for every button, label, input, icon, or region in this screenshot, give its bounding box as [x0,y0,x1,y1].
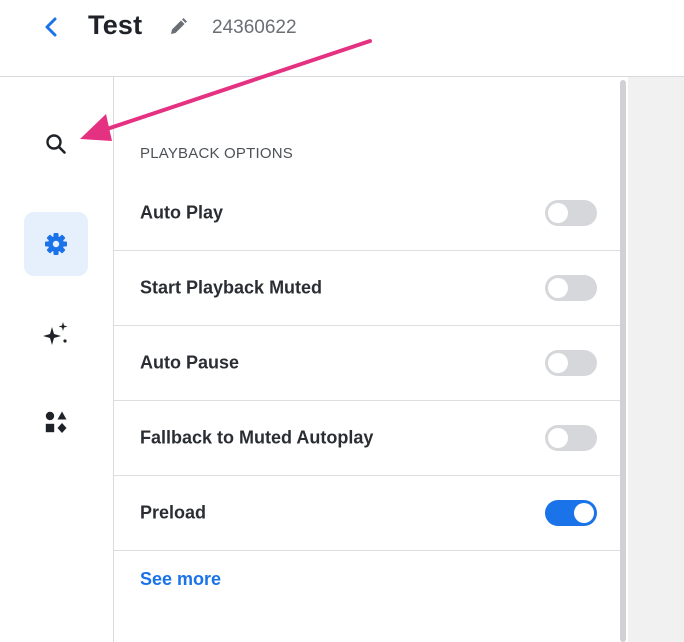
sidebar-item-settings[interactable] [24,212,88,276]
auto-pause-toggle[interactable] [545,350,597,376]
sidebar-item-search[interactable] [24,112,88,176]
start-playback-muted-toggle[interactable] [545,275,597,301]
toggle-knob [574,503,594,523]
playback-options-panel: PLAYBACK OPTIONS Auto Play Start Playbac… [114,77,620,642]
canvas-area [628,77,684,642]
toggle-knob [548,353,568,373]
toggle-knob [548,203,568,223]
option-row-preload: Preload [114,476,620,551]
project-id: 24360622 [212,17,297,38]
edit-title-button[interactable] [167,16,189,38]
chevron-left-icon [45,17,57,37]
app-root: Test 24360622 PLAYBACK OPTIONS Auto Play… [0,0,684,642]
fallback-muted-autoplay-toggle[interactable] [545,425,597,451]
toggle-knob [548,278,568,298]
auto-play-toggle[interactable] [545,200,597,226]
page-title: Test [88,10,143,40]
back-button[interactable] [38,14,64,40]
see-more-link[interactable]: See more [140,569,221,590]
sidebar-item-ai[interactable] [24,302,88,366]
option-label: Fallback to Muted Autoplay [140,427,374,448]
option-row-fallback-muted-autoplay: Fallback to Muted Autoplay [114,401,620,476]
option-label: Preload [140,502,207,523]
option-label: Auto Pause [140,352,240,373]
option-label: Auto Play [140,202,224,223]
preload-toggle[interactable] [545,500,597,526]
search-icon [46,134,66,154]
sidebar-item-shapes[interactable] [24,390,88,454]
gear-icon [45,233,67,255]
shapes-icon [45,411,67,433]
header: Test 24360622 [0,0,684,77]
option-row-start-playback-muted: Start Playback Muted [114,251,620,326]
pencil-icon [171,18,187,34]
option-row-auto-play: Auto Play [114,176,620,251]
sparkles-icon [43,322,68,345]
option-label: Start Playback Muted [140,277,323,298]
section-title: PLAYBACK OPTIONS [140,145,293,162]
sidebar-rail [0,77,114,642]
option-row-auto-pause: Auto Pause [114,326,620,401]
toggle-knob [548,428,568,448]
panel-scrollbar[interactable] [620,80,626,642]
